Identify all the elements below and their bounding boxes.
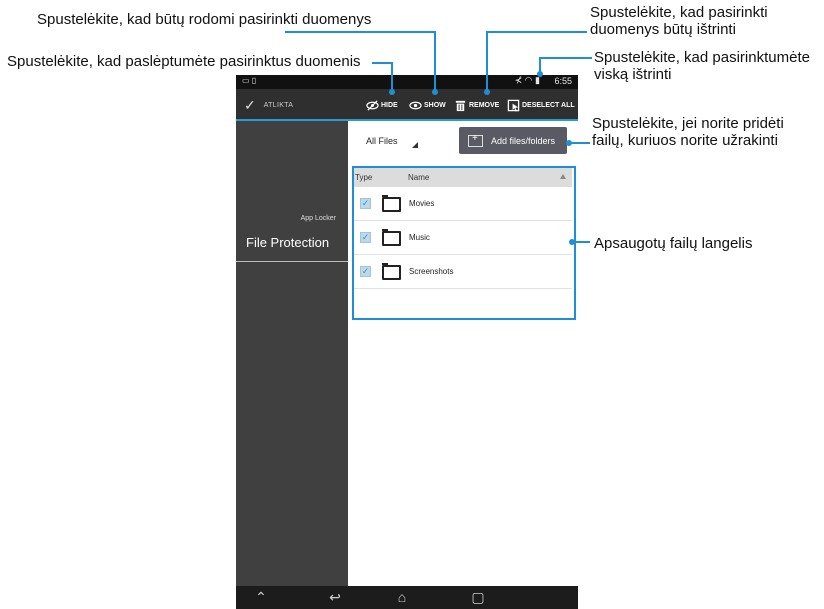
callout-lines <box>285 31 592 245</box>
